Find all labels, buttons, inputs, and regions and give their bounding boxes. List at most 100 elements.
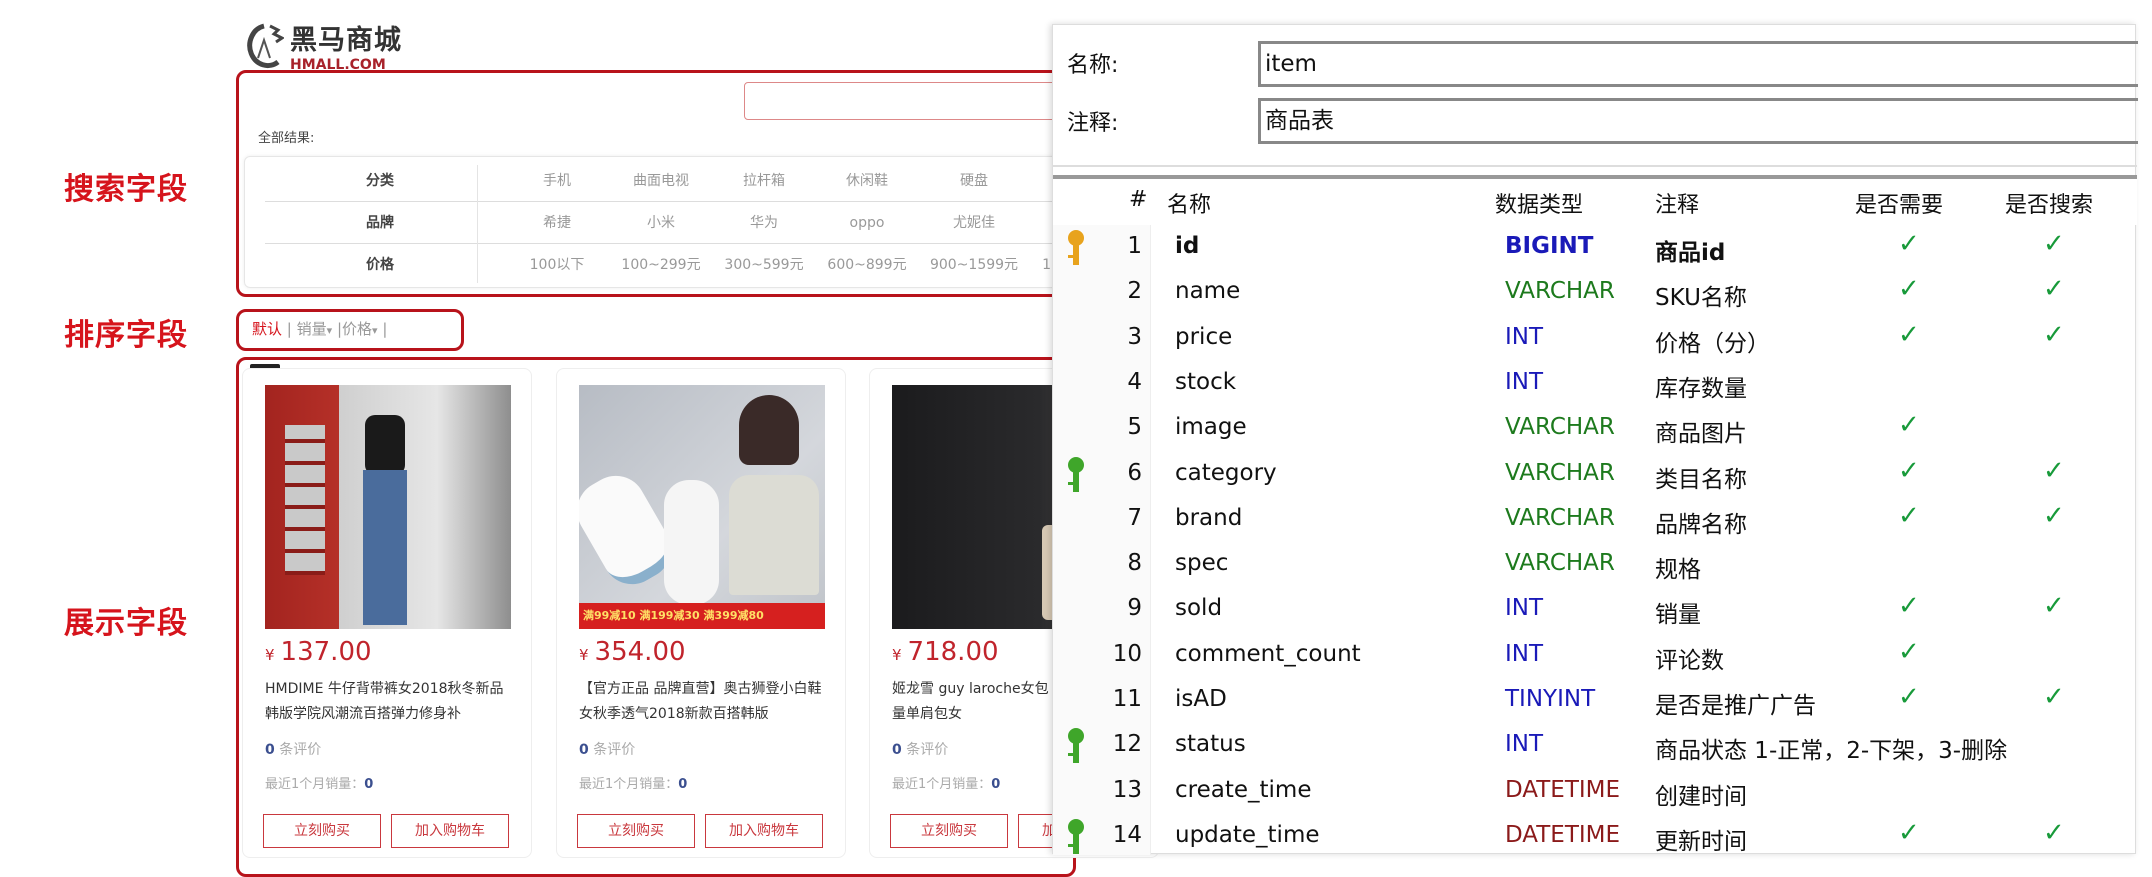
column-type[interactable]: VARCHAR bbox=[1505, 414, 1615, 440]
column-name[interactable]: id bbox=[1175, 233, 1199, 259]
column-comment[interactable]: 是否是推广广告 bbox=[1655, 686, 1816, 720]
column-type[interactable]: INT bbox=[1505, 731, 1543, 757]
column-comment[interactable]: 评论数 bbox=[1655, 641, 1724, 675]
column-type[interactable]: INT bbox=[1505, 641, 1543, 667]
column-name[interactable]: category bbox=[1175, 460, 1277, 486]
column-comment[interactable]: 商品状态 1-正常，2-下架，3-删除 bbox=[1655, 731, 2007, 765]
column-type[interactable]: DATETIME bbox=[1505, 777, 1620, 803]
buy-now-button[interactable]: 立刻购买 bbox=[263, 814, 381, 848]
column-name[interactable]: image bbox=[1175, 414, 1247, 440]
column-name[interactable]: update_time bbox=[1175, 822, 1320, 848]
need-check-icon[interactable]: ✓ bbox=[1898, 637, 1920, 667]
column-type[interactable]: INT bbox=[1505, 369, 1543, 395]
search-check-icon[interactable]: ✓ bbox=[2043, 456, 2065, 486]
column-name[interactable]: status bbox=[1175, 731, 1246, 757]
column-row[interactable]: 8 spec VARCHAR 规格 bbox=[1053, 542, 2137, 587]
column-name[interactable]: comment_count bbox=[1175, 641, 1361, 667]
column-row[interactable]: 9 sold INT 销量 ✓ ✓ bbox=[1053, 587, 2137, 632]
filter-option[interactable]: 希捷 bbox=[507, 202, 607, 244]
table-name-input[interactable]: item bbox=[1258, 41, 2138, 87]
column-type[interactable]: INT bbox=[1505, 595, 1543, 621]
header-comment[interactable]: 注释 bbox=[1655, 187, 1699, 219]
column-comment[interactable]: 更新时间 bbox=[1655, 822, 1747, 856]
column-type[interactable]: VARCHAR bbox=[1505, 278, 1615, 304]
filter-option[interactable]: oppo bbox=[817, 202, 917, 244]
filter-option[interactable]: 曲面电视 bbox=[611, 160, 711, 202]
column-type[interactable]: VARCHAR bbox=[1505, 460, 1615, 486]
search-check-icon[interactable]: ✓ bbox=[2043, 501, 2065, 531]
header-name[interactable]: 名称 bbox=[1167, 187, 1211, 219]
search-check-icon[interactable]: ✓ bbox=[2043, 274, 2065, 304]
sort-default[interactable]: 默认 bbox=[252, 320, 282, 338]
add-to-cart-button[interactable]: 加入购物车 bbox=[391, 814, 509, 848]
column-name[interactable]: price bbox=[1175, 324, 1232, 350]
add-to-cart-button[interactable]: 加入购物车 bbox=[705, 814, 823, 848]
column-row[interactable]: 7 brand VARCHAR 品牌名称 ✓ ✓ bbox=[1053, 497, 2137, 542]
column-row[interactable]: 14 update_time DATETIME 更新时间 ✓ ✓ bbox=[1053, 814, 2137, 859]
column-row[interactable]: 1 id BIGINT 商品id ✓ ✓ bbox=[1053, 225, 2137, 270]
header-type[interactable]: 数据类型 bbox=[1495, 187, 1583, 219]
column-comment[interactable]: 类目名称 bbox=[1655, 460, 1747, 494]
column-comment[interactable]: 库存数量 bbox=[1655, 369, 1747, 403]
column-row[interactable]: 4 stock INT 库存数量 bbox=[1053, 361, 2137, 406]
column-name[interactable]: create_time bbox=[1175, 777, 1311, 803]
column-type[interactable]: VARCHAR bbox=[1505, 505, 1615, 531]
column-row[interactable]: 11 isAD TINYINT 是否是推广广告 ✓ ✓ bbox=[1053, 678, 2137, 723]
column-type[interactable]: DATETIME bbox=[1505, 822, 1620, 848]
product-card[interactable]: ¥137.00 HMDIME 牛仔背带裤女2018秋冬新品 韩版学院风潮流百搭弹… bbox=[242, 368, 532, 858]
column-name[interactable]: sold bbox=[1175, 595, 1222, 621]
search-check-icon[interactable]: ✓ bbox=[2043, 591, 2065, 621]
search-check-icon[interactable]: ✓ bbox=[2043, 229, 2065, 259]
column-comment[interactable]: 销量 bbox=[1655, 595, 1701, 629]
column-name[interactable]: stock bbox=[1175, 369, 1236, 395]
column-row[interactable]: 10 comment_count INT 评论数 ✓ bbox=[1053, 633, 2137, 678]
column-comment[interactable]: 价格（分） bbox=[1655, 324, 1770, 358]
column-comment[interactable]: 规格 bbox=[1655, 550, 1701, 584]
table-comment-input[interactable]: 商品表 bbox=[1258, 98, 2138, 144]
filter-option[interactable]: 600~899元 bbox=[817, 244, 917, 286]
buy-now-button[interactable]: 立刻购买 bbox=[577, 814, 695, 848]
need-check-icon[interactable]: ✓ bbox=[1898, 591, 1920, 621]
need-check-icon[interactable]: ✓ bbox=[1898, 501, 1920, 531]
filter-option[interactable]: 100~299元 bbox=[611, 244, 711, 286]
column-type[interactable]: VARCHAR bbox=[1505, 550, 1615, 576]
filter-option[interactable]: 硬盘 bbox=[924, 160, 1024, 202]
search-check-icon[interactable]: ✓ bbox=[2043, 682, 2065, 712]
sort-sales[interactable]: 销量 bbox=[297, 320, 327, 338]
need-check-icon[interactable]: ✓ bbox=[1898, 818, 1920, 848]
column-name[interactable]: brand bbox=[1175, 505, 1242, 531]
column-row[interactable]: 2 name VARCHAR SKU名称 ✓ ✓ bbox=[1053, 270, 2137, 315]
need-check-icon[interactable]: ✓ bbox=[1898, 456, 1920, 486]
column-name[interactable]: spec bbox=[1175, 550, 1228, 576]
product-title[interactable]: HMDIME 牛仔背带裤女2018秋冬新品 韩版学院风潮流百搭弹力修身补 bbox=[265, 677, 515, 727]
filter-option[interactable]: 100以下 bbox=[507, 244, 607, 286]
column-row[interactable]: 3 price INT 价格（分） ✓ ✓ bbox=[1053, 316, 2137, 361]
column-comment[interactable]: 品牌名称 bbox=[1655, 505, 1747, 539]
need-check-icon[interactable]: ✓ bbox=[1898, 682, 1920, 712]
column-comment[interactable]: 商品id bbox=[1655, 233, 1725, 267]
filter-option[interactable]: 休闲鞋 bbox=[817, 160, 917, 202]
search-input[interactable] bbox=[744, 82, 1074, 120]
search-check-icon[interactable]: ✓ bbox=[2043, 818, 2065, 848]
filter-option[interactable]: 尤妮佳 bbox=[924, 202, 1024, 244]
header-need[interactable]: 是否需要 bbox=[1855, 187, 1943, 219]
column-name[interactable]: name bbox=[1175, 278, 1240, 304]
filter-option[interactable]: 300~599元 bbox=[714, 244, 814, 286]
need-check-icon[interactable]: ✓ bbox=[1898, 229, 1920, 259]
buy-now-button[interactable]: 立刻购买 bbox=[890, 814, 1008, 848]
filter-option[interactable]: 小米 bbox=[611, 202, 711, 244]
filter-option[interactable]: 900~1599元 bbox=[924, 244, 1024, 286]
column-comment[interactable]: 商品图片 bbox=[1655, 414, 1747, 448]
need-check-icon[interactable]: ✓ bbox=[1898, 320, 1920, 350]
product-title[interactable]: 【官方正品 品牌直营】奥古狮登小白鞋女秋季透气2018新款百搭韩版 bbox=[579, 677, 829, 727]
need-check-icon[interactable]: ✓ bbox=[1898, 410, 1920, 440]
search-check-icon[interactable]: ✓ bbox=[2043, 320, 2065, 350]
column-name[interactable]: isAD bbox=[1175, 686, 1227, 712]
column-comment[interactable]: 创建时间 bbox=[1655, 777, 1747, 811]
need-check-icon[interactable]: ✓ bbox=[1898, 274, 1920, 304]
column-row[interactable]: 12 status INT 商品状态 1-正常，2-下架，3-删除 bbox=[1053, 723, 2137, 768]
column-type[interactable]: BIGINT bbox=[1505, 233, 1593, 259]
sort-price[interactable]: 价格 bbox=[342, 320, 372, 338]
logo[interactable]: 黑马商城 HMALL.COM bbox=[244, 18, 402, 73]
column-type[interactable]: INT bbox=[1505, 324, 1543, 350]
